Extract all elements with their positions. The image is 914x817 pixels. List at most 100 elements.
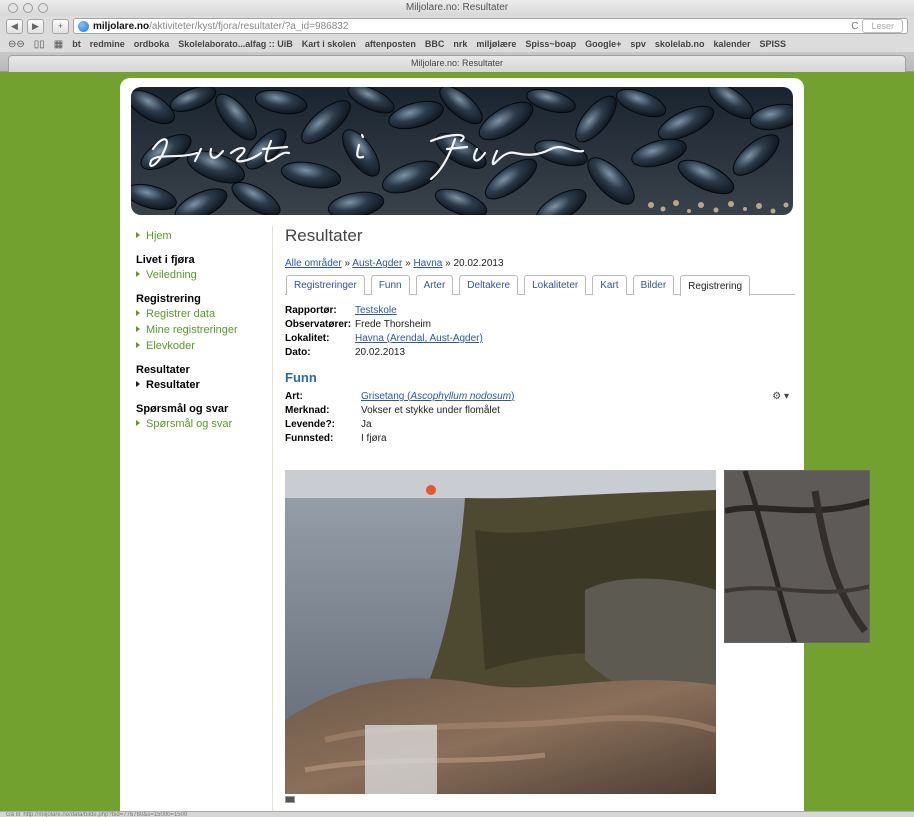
- add-bookmark-button[interactable]: +: [52, 18, 69, 34]
- bookmark-item[interactable]: SPISS: [759, 39, 786, 49]
- findplace-value: I fjøra: [361, 433, 387, 444]
- sidebar-item-label: Hjem: [146, 230, 172, 242]
- back-button[interactable]: ◀: [6, 18, 23, 34]
- zoom-window-button[interactable]: [38, 3, 48, 13]
- result-tabs: Registreringer Funn Arter Deltakere Loka…: [285, 275, 795, 296]
- tab-registrering[interactable]: Registrering: [680, 275, 751, 296]
- findplace-label: Funnsted:: [285, 433, 334, 444]
- reading-list-icon[interactable]: ⊖⊖: [8, 39, 25, 50]
- arrow-right-icon: [136, 271, 140, 277]
- close-window-button[interactable]: [8, 3, 18, 13]
- tab-funn[interactable]: Funn: [370, 275, 410, 295]
- species-label: Art:: [285, 391, 303, 402]
- minimize-window-button[interactable]: [23, 3, 33, 13]
- sidebar-item-mine-registreringer[interactable]: Mine registreringer: [136, 322, 271, 338]
- finds-heading: Funn: [285, 370, 317, 385]
- bookmark-item[interactable]: redmine: [90, 39, 125, 49]
- bookmark-item[interactable]: BBC: [425, 39, 445, 49]
- sidebar-item-label: Mine registreringer: [146, 324, 238, 336]
- locality-label: Lokalitet:: [285, 333, 330, 344]
- sidebar-item-resultater[interactable]: Resultater: [136, 377, 271, 393]
- breadcrumb-county[interactable]: Aust-Agder: [352, 258, 402, 269]
- reload-icon[interactable]: C: [851, 21, 858, 32]
- page-viewport[interactable]: Hjem Livet i fjøra Veiledning Registreri…: [0, 72, 914, 811]
- date-label: Dato:: [285, 347, 311, 358]
- bookmark-item[interactable]: kalender: [713, 39, 750, 49]
- window-titlebar: Miljolare.no: Resultater: [0, 0, 914, 16]
- date-value: 20.02.2013: [355, 347, 406, 358]
- bookmark-item[interactable]: aftenposten: [365, 39, 416, 49]
- tab-kart[interactable]: Kart: [592, 275, 627, 295]
- tab-lokaliteter[interactable]: Lokaliteter: [524, 275, 587, 295]
- breadcrumb-all-areas[interactable]: Alle områder: [285, 258, 342, 269]
- bookmark-item[interactable]: Spiss~boap: [525, 39, 576, 49]
- bookmarks-icon[interactable]: ▯▯: [34, 39, 45, 50]
- sidebar-item-label: Resultater: [146, 379, 200, 391]
- sidebar-item-veiledning[interactable]: Veiledning: [136, 267, 271, 283]
- gear-menu-icon[interactable]: ⚙ ▾: [772, 391, 789, 402]
- sidebar-item-label: Elevkoder: [146, 340, 195, 352]
- find-item: ⚙ ▾ Art: Grisetang (Ascophyllum nodosum)…: [285, 391, 795, 444]
- breadcrumb-separator: »: [442, 258, 454, 269]
- reporter-link[interactable]: Testskole: [355, 305, 397, 316]
- breadcrumb-current: 20.02.2013: [453, 258, 504, 269]
- window-controls[interactable]: [8, 3, 48, 13]
- sidebar-heading-sporsmal: Spørsmål og svar: [136, 403, 229, 415]
- bookmark-item[interactable]: bt: [72, 39, 81, 49]
- sidebar-item-label: Veiledning: [146, 269, 197, 281]
- site-favicon-icon: [78, 20, 89, 32]
- zoom-preview-image: [725, 471, 869, 642]
- breadcrumb-separator: »: [341, 258, 353, 269]
- find-photo[interactable]: [285, 470, 716, 794]
- url-path: /aktiviteter/kyst/fjora/resultater/?a_id…: [149, 20, 349, 32]
- tab-arter[interactable]: Arter: [415, 275, 454, 295]
- locality-link[interactable]: Havna (Arendal, Aust-Agder): [355, 333, 483, 344]
- bookmark-item[interactable]: Kart i skolen: [302, 39, 356, 49]
- breadcrumb: Alle områder » Aust-Agder » Havna » 20.0…: [285, 258, 795, 269]
- reader-button[interactable]: Leser: [862, 19, 903, 33]
- tab-deltakere[interactable]: Deltakere: [459, 275, 519, 295]
- bookmark-item[interactable]: Skolelaborato...alfag :: UiB: [178, 39, 293, 49]
- bookmark-item[interactable]: Google+: [585, 39, 621, 49]
- arrow-right-icon: [136, 381, 140, 387]
- bookmark-item[interactable]: miljølære: [476, 39, 516, 49]
- window-title: Miljolare.no: Resultater: [405, 2, 509, 13]
- browser-tab[interactable]: Miljolare.no: Resultater: [8, 55, 906, 72]
- observers-label: Observatører:: [285, 319, 352, 330]
- registration-info: Rapportør: Testskole Observatører: Frede…: [285, 305, 795, 358]
- breadcrumb-place[interactable]: Havna: [413, 258, 442, 269]
- species-latin-name: Ascophyllum nodosum: [410, 391, 512, 402]
- sidebar-item-registrer-data[interactable]: Registrer data: [136, 306, 271, 322]
- photo-caption-icon[interactable]: [285, 796, 295, 803]
- arrow-right-icon: [136, 342, 140, 348]
- species-link[interactable]: Grisetang (Ascophyllum nodosum): [361, 391, 514, 402]
- tab-bilder[interactable]: Bilder: [632, 275, 675, 295]
- bookmarks-bar: ⊖⊖ ▯▯ ▦ bt redmine ordboka Skolelaborato…: [0, 36, 914, 52]
- site-banner[interactable]: [131, 87, 793, 215]
- sidebar-item-label: Registrer data: [146, 308, 216, 320]
- sidebar-item-sporsmal-og-svar[interactable]: Spørsmål og svar: [136, 416, 271, 432]
- arrow-right-icon: [136, 420, 140, 426]
- note-value: Vokser et stykke under flomålet: [361, 405, 500, 416]
- sidebar-nav: Hjem Livet i fjøra Veiledning Registreri…: [136, 228, 271, 432]
- bookmark-item[interactable]: spv: [630, 39, 646, 49]
- forward-button[interactable]: ▶: [27, 18, 44, 34]
- sidebar-item-hjem[interactable]: Hjem: [136, 228, 271, 244]
- alive-value: Ja: [361, 419, 372, 430]
- bookmark-item[interactable]: nrk: [453, 39, 467, 49]
- observers-value: Frede Thorsheim: [355, 319, 431, 330]
- main-content: Resultater Alle områder » Aust-Agder » H…: [285, 226, 795, 444]
- bookmark-item[interactable]: ordboka: [134, 39, 170, 49]
- url-host: miljolare.no: [93, 20, 150, 32]
- tab-registreringer[interactable]: Registreringer: [286, 275, 365, 295]
- top-sites-icon[interactable]: ▦: [54, 39, 63, 50]
- column-divider: [272, 226, 273, 811]
- sidebar-heading-resultater: Resultater: [136, 364, 190, 376]
- shore-photo-image: [285, 470, 716, 794]
- reporter-label: Rapportør:: [285, 305, 337, 316]
- sidebar-item-elevkoder[interactable]: Elevkoder: [136, 338, 271, 354]
- status-bar: Gå til: http://miljolare.no/data/bilde.p…: [0, 811, 914, 817]
- bookmark-item[interactable]: skolelab.no: [655, 39, 705, 49]
- sidebar-heading-registrering: Registrering: [136, 293, 201, 305]
- address-bar[interactable]: miljolare.no/aktiviteter/kyst/fjora/resu…: [73, 18, 908, 34]
